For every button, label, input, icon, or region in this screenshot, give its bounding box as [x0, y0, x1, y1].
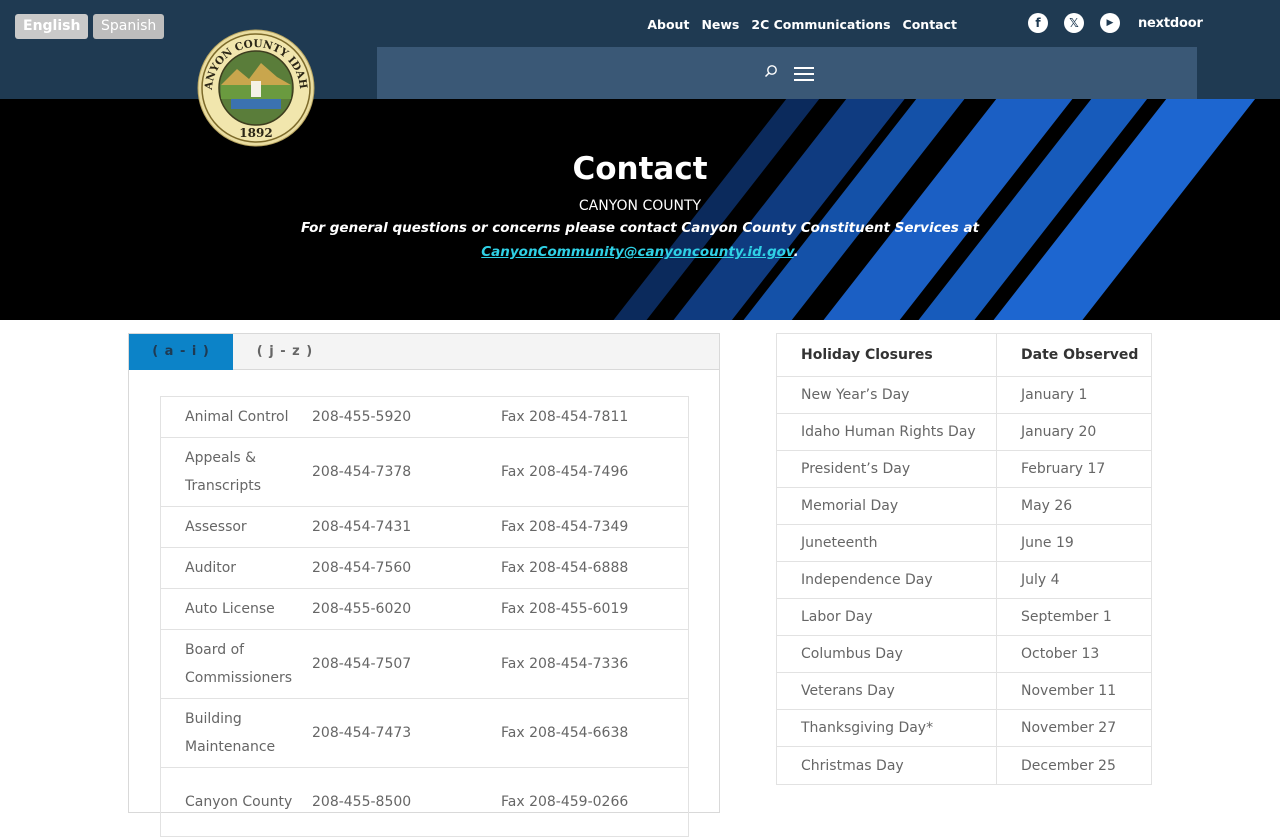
nav-news-link[interactable]: News [701, 17, 739, 32]
table-row: New Year’s Day January 1 [777, 377, 1151, 414]
department-name: Animal Control [185, 409, 289, 425]
department-fax: Fax 208-454-6888 [501, 560, 629, 576]
department-fax: Fax 208-454-7349 [501, 519, 629, 535]
holiday-name: President’s Day [777, 451, 997, 487]
holiday-name: Columbus Day [777, 636, 997, 672]
table-row: Memorial Day May 26 [777, 488, 1151, 525]
department-phone: 208-454-7431 [312, 519, 412, 535]
department-name: Building Maintenance [185, 711, 276, 755]
department-phone: 208-454-7473 [312, 725, 412, 741]
department-name: Canyon County [185, 794, 293, 810]
holiday-name: Thanksgiving Day* [777, 710, 997, 746]
table-row: Juneteenth June 19 [777, 525, 1151, 562]
holiday-date: November 11 [1021, 683, 1117, 699]
holiday-name: Juneteenth [777, 525, 997, 561]
nav-about-link[interactable]: About [647, 17, 689, 32]
holiday-date: July 4 [1021, 572, 1060, 588]
table-row: Columbus Day October 13 [777, 636, 1151, 673]
department-phone: 208-454-7560 [312, 560, 412, 576]
holiday-name: Idaho Human Rights Day [777, 414, 997, 450]
email-suffix: . [793, 244, 799, 260]
department-contacts-table: Animal Control 208-455-5920 Fax 208-454-… [160, 396, 689, 837]
nextdoor-link[interactable]: nextdoor [1138, 16, 1203, 31]
table-row: Auto License 208-455-6020 Fax 208-455-60… [160, 589, 689, 630]
constituent-services-note: For general questions or concerns please… [300, 220, 980, 236]
facebook-icon[interactable]: f [1028, 13, 1048, 33]
table-row: Veterans Day November 11 [777, 673, 1151, 710]
tab-bar: ( a - i ) ( j - z ) [129, 334, 719, 370]
page-title: Contact [572, 151, 708, 187]
search-icon[interactable] [764, 64, 780, 82]
table-row: Appeals & Transcripts 208-454-7378 Fax 2… [160, 438, 689, 507]
holiday-closures-table: Holiday Closures Date Observed New Year’… [776, 333, 1152, 785]
department-phone: 208-455-6020 [312, 601, 412, 617]
department-phone: 208-455-8500 [312, 794, 412, 810]
holiday-name: Christmas Day [777, 747, 997, 784]
date-column-header: Date Observed [1021, 347, 1139, 363]
department-fax: Fax 208-454-7336 [501, 656, 629, 672]
youtube-icon[interactable]: ▶ [1100, 13, 1120, 33]
department-fax: Fax 208-455-6019 [501, 601, 629, 617]
hero-banner: Contact CANYON COUNTY For general questi… [0, 99, 1280, 320]
seal-year: 1892 [239, 126, 272, 140]
holiday-date: June 19 [1021, 535, 1074, 551]
holiday-date: January 1 [1021, 387, 1088, 403]
x-twitter-icon[interactable]: 𝕏 [1064, 13, 1084, 33]
table-row: Animal Control 208-455-5920 Fax 208-454-… [160, 397, 689, 438]
tab-j-z[interactable]: ( j - z ) [233, 334, 337, 370]
english-button[interactable]: English [15, 14, 89, 39]
spanish-button[interactable]: Spanish [93, 14, 165, 39]
holiday-date: May 26 [1021, 498, 1073, 514]
table-row: Assessor 208-454-7431 Fax 208-454-7349 [160, 507, 689, 548]
department-fax: Fax 208-454-7811 [501, 409, 629, 425]
department-name: Assessor [185, 519, 247, 535]
nav-contact-link[interactable]: Contact [903, 17, 957, 32]
main-navigation-bar [377, 47, 1197, 99]
table-row: Idaho Human Rights Day January 20 [777, 414, 1151, 451]
table-row: Thanksgiving Day* November 27 [777, 710, 1151, 747]
holiday-date: September 1 [1021, 609, 1112, 625]
holiday-name: Labor Day [777, 599, 997, 635]
table-row: Independence Day July 4 [777, 562, 1151, 599]
department-name: Appeals & Transcripts [185, 450, 262, 494]
department-name: Board of Commissioners [185, 642, 293, 686]
holiday-name: Memorial Day [777, 488, 997, 524]
holiday-name: Veterans Day [777, 673, 997, 709]
email-line: CanyonCommunity@canyoncounty.id.gov. [0, 244, 1280, 260]
table-row: Christmas Day December 25 [777, 747, 1151, 784]
table-row: President’s Day February 17 [777, 451, 1151, 488]
department-contacts-panel: ( a - i ) ( j - z ) Animal Control 208-4… [128, 333, 720, 837]
table-row: Labor Day September 1 [777, 599, 1151, 636]
hamburger-menu-icon[interactable] [794, 67, 814, 83]
department-name: Auto License [185, 601, 275, 617]
tab-a-i[interactable]: ( a - i ) [129, 334, 233, 370]
department-fax: Fax 208-459-0266 [501, 794, 629, 810]
holiday-date: November 27 [1021, 720, 1117, 736]
top-navigation: About News 2C Communications Contact [635, 14, 957, 34]
holiday-date: December 25 [1021, 757, 1116, 774]
holiday-date: October 13 [1021, 646, 1100, 662]
department-fax: Fax 208-454-6638 [501, 725, 629, 741]
table-header-row: Holiday Closures Date Observed [777, 334, 1151, 377]
holiday-date: February 17 [1021, 461, 1106, 477]
holiday-name: New Year’s Day [777, 377, 997, 413]
department-fax: Fax 208-454-7496 [501, 464, 629, 480]
county-heading: CANYON COUNTY [578, 198, 702, 214]
nav-2c-communications-link[interactable]: 2C Communications [751, 17, 890, 32]
department-phone: 208-454-7507 [312, 656, 412, 672]
holiday-column-header: Holiday Closures [777, 334, 997, 376]
holiday-date: January 20 [1021, 424, 1097, 440]
table-row: Building Maintenance 208-454-7473 Fax 20… [160, 699, 689, 768]
department-name: Auditor [185, 560, 237, 576]
department-phone: 208-455-5920 [312, 409, 412, 425]
holiday-name: Independence Day [777, 562, 997, 598]
table-row: Board of Commissioners 208-454-7507 Fax … [160, 630, 689, 699]
department-phone: 208-454-7378 [312, 464, 412, 480]
canyon-county-seal-logo[interactable]: CANYON COUNTY IDAHO 1892 [197, 29, 315, 147]
constituent-email-link[interactable]: CanyonCommunity@canyoncounty.id.gov [481, 244, 793, 260]
table-row: Auditor 208-454-7560 Fax 208-454-6888 [160, 548, 689, 589]
table-row: Canyon County 208-455-8500 Fax 208-459-0… [160, 768, 689, 837]
